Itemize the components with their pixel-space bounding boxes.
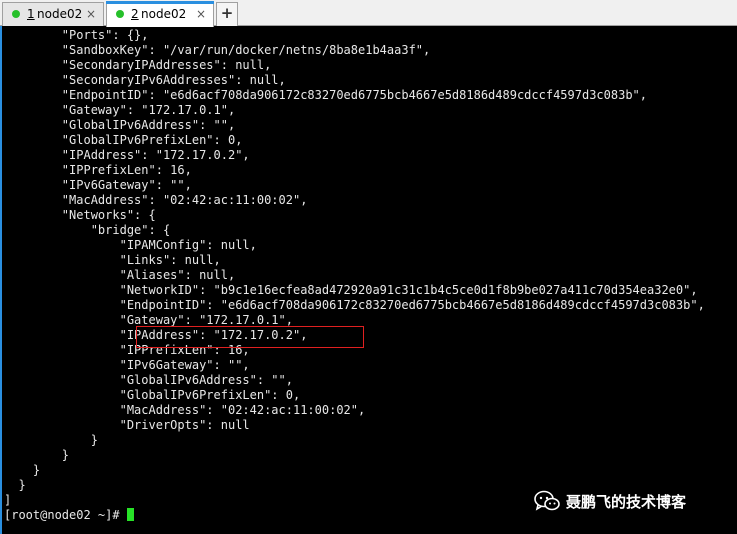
terminal-window: 1 node02 × 2 node02 × + "Ports": {}, "Sa… [0, 0, 737, 534]
terminal-line: "GlobalIPv6PrefixLen": 0, [4, 133, 243, 147]
terminal-line: "GlobalIPv6Address": "", [4, 373, 293, 387]
tab-number: 2 [131, 7, 139, 21]
tab-node02-2[interactable]: 2 node02 × [106, 1, 214, 27]
terminal-line: } [4, 448, 70, 462]
close-tab-icon[interactable]: × [196, 3, 206, 25]
terminal-line: "Ports": {}, [4, 28, 149, 42]
close-tab-icon[interactable]: × [86, 3, 96, 25]
terminal-line: "Networks": { [4, 208, 156, 222]
tab-label: node02 [141, 7, 187, 21]
terminal-line: "Aliases": null, [4, 268, 236, 282]
tab-node02-1[interactable]: 1 node02 × [2, 2, 104, 26]
terminal-line: "NetworkID": "b9c1e16ecfea8ad472920a91c3… [4, 283, 698, 297]
tab-bar: 1 node02 × 2 node02 × + [0, 0, 737, 27]
terminal-line: "MacAddress": "02:42:ac:11:00:02", [4, 403, 366, 417]
terminal-line: "GlobalIPv6Address": "", [4, 118, 236, 132]
connected-status-icon [116, 10, 124, 18]
terminal-line: "DriverOpts": null [4, 418, 250, 432]
terminal-output[interactable]: "Ports": {}, "SandboxKey": "/var/run/doc… [4, 28, 737, 534]
terminal-line: "IPAMConfig": null, [4, 238, 257, 252]
terminal-line: "MacAddress": "02:42:ac:11:00:02", [4, 193, 308, 207]
terminal-cursor [126, 508, 134, 521]
terminal-line: "SandboxKey": "/var/run/docker/netns/8ba… [4, 43, 431, 57]
watermark-text: 聂鹏飞的技术博客 [566, 492, 687, 511]
terminal-line: "IPAddress": "172.17.0.2", [4, 148, 250, 162]
terminal-line: "IPAddress": "172.17.0.2", [4, 328, 308, 342]
terminal-line: "EndpointID": "e6d6acf708da906172c83270e… [4, 88, 647, 102]
terminal-line: "IPPrefixLen": 16, [4, 163, 192, 177]
terminal-line: "bridge": { [4, 223, 171, 237]
terminal-line: "SecondaryIPv6Addresses": null, [4, 73, 286, 87]
tab-label: node02 [37, 7, 83, 21]
watermark: 聂鹏飞的技术博客 [534, 489, 686, 513]
terminal-line: "Gateway": "172.17.0.1", [4, 103, 236, 117]
shell-prompt: [root@node02 ~]# [4, 508, 127, 522]
tab-number: 1 [27, 7, 35, 21]
terminal-line: "IPv6Gateway": "", [4, 358, 250, 372]
terminal-line: } [4, 463, 41, 477]
terminal-line: "GlobalIPv6PrefixLen": 0, [4, 388, 301, 402]
add-tab-button[interactable]: + [216, 2, 238, 26]
terminal-line: "IPPrefixLen": 16, [4, 343, 250, 357]
terminal-line: "Links": null, [4, 253, 221, 267]
terminal-line: "EndpointID": "e6d6acf708da906172c83270e… [4, 298, 705, 312]
terminal-line: } [4, 433, 98, 447]
terminal-line: "Gateway": "172.17.0.1", [4, 313, 293, 327]
wechat-icon [534, 490, 560, 512]
connected-status-icon [12, 10, 20, 18]
terminal-line: "IPv6Gateway": "", [4, 178, 192, 192]
terminal-line: "SecondaryIPAddresses": null, [4, 58, 272, 72]
ipaddress-highlight-box [136, 326, 364, 348]
